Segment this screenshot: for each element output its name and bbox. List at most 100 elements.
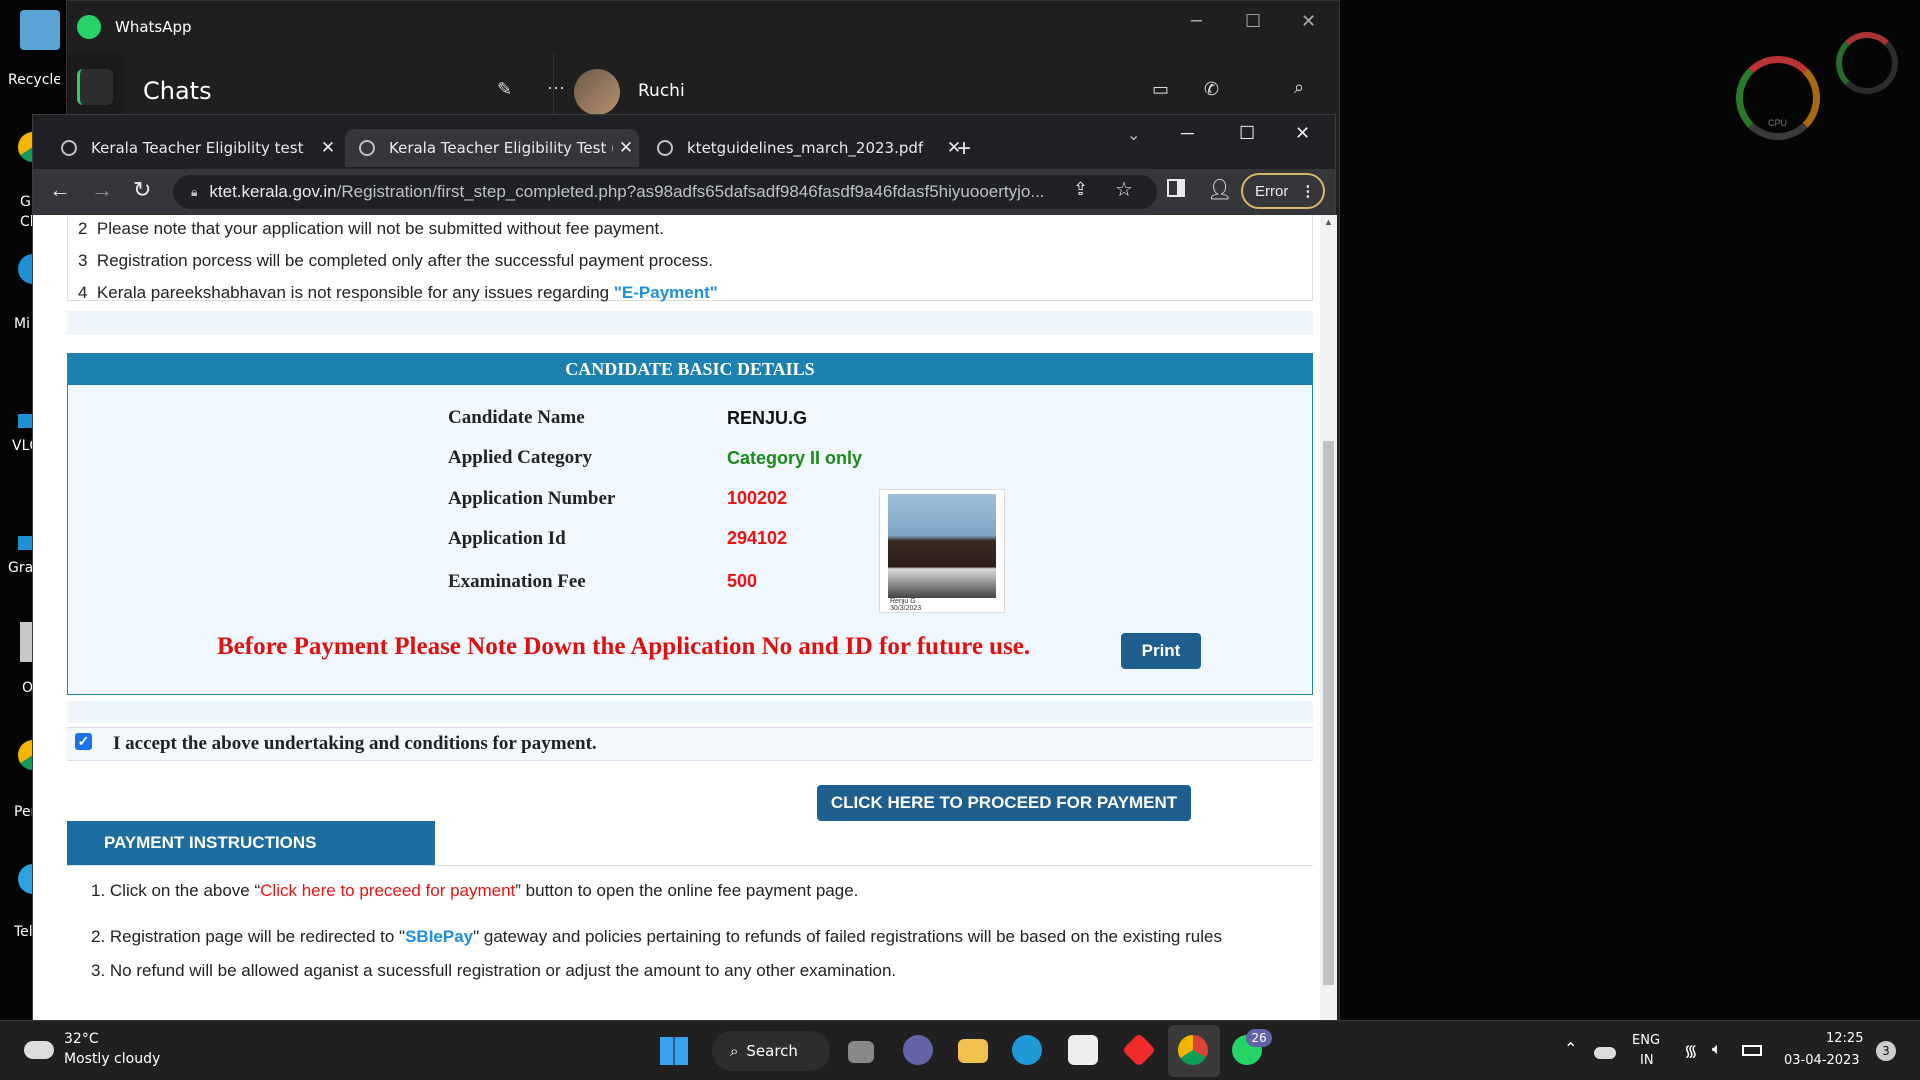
instruction-text: " gateway and policies pertaining to ref… bbox=[473, 927, 1222, 946]
profile-error-label: Error bbox=[1255, 182, 1289, 200]
e-payment-highlight: "E-Payment" bbox=[613, 283, 718, 302]
office-shortcut-icon[interactable] bbox=[20, 622, 32, 662]
new-tab-icon[interactable]: + bbox=[957, 135, 971, 163]
instruction-1: 1. Click on the above “Click here to pre… bbox=[91, 881, 858, 901]
scroll-up-icon[interactable]: ▲ bbox=[1324, 217, 1333, 227]
tab-search-icon[interactable]: ⌄ bbox=[1127, 125, 1140, 145]
globe-icon bbox=[359, 140, 375, 156]
address-bar[interactable]: 🔒︎ ktet.kerala.gov.in /Registration/firs… bbox=[173, 175, 1157, 209]
tab-ktet-1[interactable]: Kerala Teacher Eligiblity test ✕ bbox=[47, 129, 341, 167]
whatsapp-unread-badge: 26 bbox=[1246, 1029, 1272, 1047]
minimize-icon[interactable]: ─ bbox=[1181, 123, 1194, 144]
url-domain: ktet.kerala.gov.in bbox=[209, 182, 337, 201]
proceed-payment-button[interactable]: CLICK HERE TO PROCEED FOR PAYMENT bbox=[817, 785, 1191, 821]
tab-strip: Kerala Teacher Eligiblity test ✕ Kerala … bbox=[33, 115, 1335, 169]
recycle-bin-icon[interactable] bbox=[20, 10, 60, 50]
warning-note: Before Payment Please Note Down the Appl… bbox=[217, 633, 1031, 660]
volume-icon[interactable]: 🔈︎ bbox=[1712, 1039, 1722, 1059]
microsoft-store-icon[interactable] bbox=[1068, 1035, 1098, 1065]
photo-caption-date: 30/3/2023 bbox=[890, 605, 922, 612]
globe-icon bbox=[61, 140, 77, 156]
notification-badge[interactable]: 3 bbox=[1876, 1041, 1896, 1061]
tab-label: Kerala Teacher Eligibility Test ( K- bbox=[389, 139, 613, 157]
close-icon[interactable]: ✕ bbox=[1301, 11, 1316, 32]
task-view-icon[interactable] bbox=[848, 1041, 874, 1063]
teams-chat-icon[interactable] bbox=[903, 1035, 933, 1065]
instruction-3: 3. No refund will be allowed aganist a s… bbox=[91, 961, 897, 980]
language-top[interactable]: ENG bbox=[1632, 1033, 1660, 1048]
language-bottom[interactable]: IN bbox=[1640, 1053, 1654, 1068]
taskbar: 32°C Mostly cloudy ⌕ Search 26 ⌃ ENG IN … bbox=[0, 1020, 1920, 1080]
search-icon: ⌕ bbox=[730, 1042, 739, 1060]
examination-fee-value: 500 bbox=[727, 571, 758, 591]
avatar[interactable] bbox=[574, 69, 620, 115]
desktop-icon-label: Recycle bbox=[8, 72, 60, 88]
instruction-text: 1. Click on the above “ bbox=[91, 881, 261, 900]
file-explorer-icon[interactable] bbox=[958, 1039, 988, 1063]
contact-name[interactable]: Ruchi bbox=[638, 81, 685, 101]
maximize-icon[interactable]: ☐ bbox=[1245, 11, 1261, 32]
back-icon[interactable]: ← bbox=[49, 177, 71, 203]
accept-label[interactable]: I accept the above undertaking and condi… bbox=[113, 733, 597, 755]
photo-caption: Renju G bbox=[890, 598, 916, 605]
vlc-shortcut-icon[interactable] bbox=[18, 414, 32, 428]
app-title: WhatsApp bbox=[115, 18, 192, 36]
chrome-taskbar-active[interactable] bbox=[1168, 1025, 1220, 1077]
tab-pdf[interactable]: ktetguidelines_march_2023.pdf ✕ bbox=[643, 129, 967, 167]
globe-icon bbox=[657, 140, 673, 156]
side-panel-icon[interactable] bbox=[1167, 179, 1185, 197]
profile-icon[interactable]: 👤︎ bbox=[1207, 177, 1232, 202]
edge-icon[interactable] bbox=[1012, 1035, 1042, 1065]
new-chat-icon[interactable]: ✎ bbox=[497, 79, 512, 100]
application-id-label: Application Id bbox=[448, 528, 566, 549]
tab-label: ktetguidelines_march_2023.pdf bbox=[687, 139, 924, 157]
clock-time[interactable]: 12:25 bbox=[1826, 1031, 1863, 1046]
application-id-value: 294102 bbox=[727, 528, 788, 548]
anydesk-icon[interactable] bbox=[1122, 1033, 1156, 1067]
clock-date[interactable]: 03-04-2023 bbox=[1784, 1053, 1860, 1068]
candidate-photo: Renju G 30/3/2023 bbox=[879, 489, 1005, 613]
ram-gauge-icon bbox=[1836, 32, 1898, 94]
page-band bbox=[67, 311, 1313, 335]
video-call-icon[interactable]: ▭ bbox=[1152, 79, 1169, 100]
payment-instructions-header: PAYMENT INSTRUCTIONS bbox=[67, 821, 435, 865]
bookmark-star-icon[interactable]: ☆ bbox=[1115, 177, 1133, 202]
close-tab-icon[interactable]: ✕ bbox=[613, 138, 639, 158]
close-tab-icon[interactable]: ✕ bbox=[315, 138, 341, 158]
wifi-icon[interactable]: ᯾ bbox=[1684, 1039, 1698, 1061]
note-number: 3 bbox=[78, 251, 88, 270]
weather-temp[interactable]: 32°C bbox=[64, 1031, 99, 1047]
start-icon[interactable] bbox=[660, 1037, 688, 1065]
minimize-icon[interactable]: ─ bbox=[1191, 11, 1202, 32]
note-item: 2 Please note that your application will… bbox=[78, 219, 664, 239]
search-icon[interactable]: ⌕ bbox=[1294, 77, 1304, 98]
chats-nav-icon[interactable] bbox=[77, 69, 113, 105]
note-item: 3 Registration porcess will be completed… bbox=[78, 251, 713, 271]
profile-error-badge[interactable]: Error ⋮ bbox=[1241, 173, 1325, 209]
show-hidden-icons[interactable]: ⌃ bbox=[1564, 1039, 1577, 1058]
applied-category-label: Applied Category bbox=[448, 447, 593, 468]
share-icon[interactable]: ⇪ bbox=[1073, 179, 1089, 200]
scrollbar-thumb[interactable] bbox=[1323, 441, 1334, 985]
note-text: Kerala pareekshabhavan is not responsibl… bbox=[96, 283, 614, 302]
sbiepay-text: SBIePay bbox=[405, 927, 474, 946]
reload-icon[interactable]: ↻ bbox=[133, 177, 151, 203]
menu-dots-icon[interactable]: ⋮ bbox=[1300, 182, 1315, 200]
voice-call-icon[interactable]: ✆ bbox=[1204, 79, 1219, 100]
print-button[interactable]: Print bbox=[1121, 633, 1201, 669]
battery-icon[interactable] bbox=[1742, 1045, 1762, 1056]
application-number-label: Application Number bbox=[448, 488, 616, 509]
weather-cloud-icon[interactable] bbox=[24, 1041, 54, 1059]
tab-ktet-2[interactable]: Kerala Teacher Eligibility Test ( K- ✕ bbox=[345, 129, 639, 167]
accept-checkbox[interactable]: ✓ bbox=[75, 733, 92, 750]
search-box[interactable]: ⌕ Search bbox=[712, 1031, 830, 1071]
grammarly-shortcut-icon[interactable] bbox=[18, 536, 32, 550]
onedrive-icon[interactable] bbox=[1594, 1047, 1616, 1059]
url-path: /Registration/first_step_completed.php?a… bbox=[336, 182, 1045, 201]
weather-desc[interactable]: Mostly cloudy bbox=[64, 1051, 160, 1067]
page-scrollbar[interactable]: ▲ bbox=[1320, 215, 1337, 1021]
close-window-icon[interactable]: ✕ bbox=[1295, 123, 1310, 144]
maximize-icon[interactable]: ☐ bbox=[1239, 123, 1255, 144]
forward-icon[interactable]: → bbox=[91, 177, 113, 203]
chrome-window: Kerala Teacher Eligiblity test ✕ Kerala … bbox=[32, 114, 1337, 1021]
